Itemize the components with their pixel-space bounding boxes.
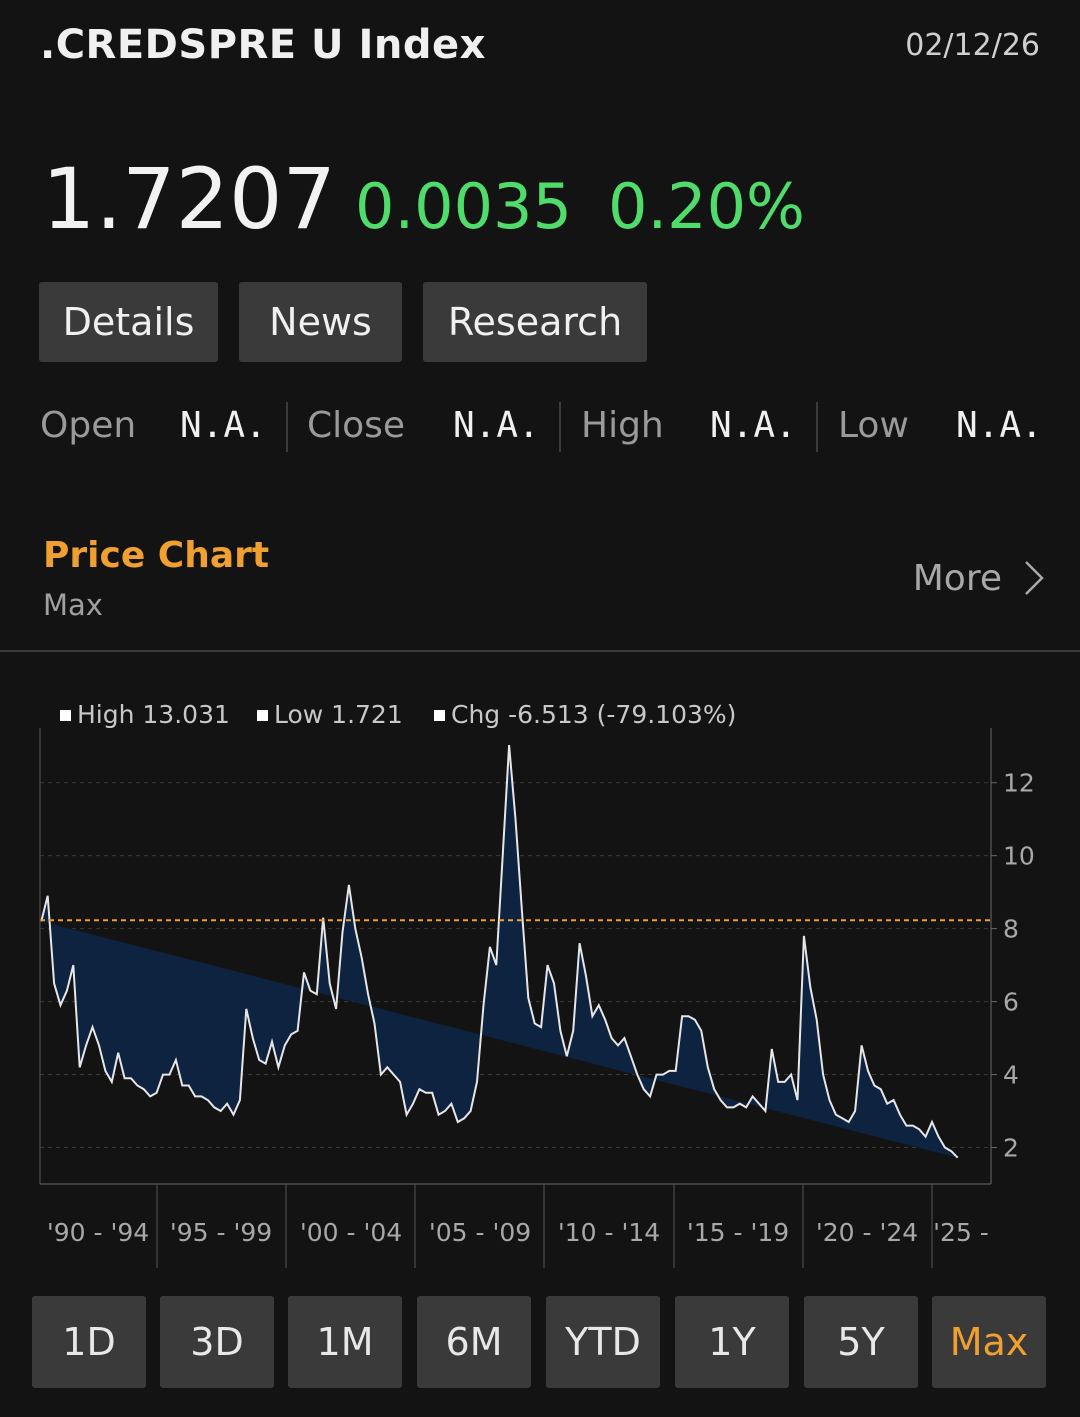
range-button-1y[interactable]: 1Y	[675, 1296, 789, 1388]
stat-high-label: High	[581, 405, 664, 446]
stat-divider	[286, 402, 288, 452]
price-chart-title: Price Chart	[43, 535, 270, 576]
section-divider	[0, 650, 1080, 652]
tab-details[interactable]: Details	[39, 282, 218, 362]
more-link[interactable]: More	[913, 558, 1002, 599]
stat-close-label: Close	[307, 405, 406, 446]
stat-low-label: Low	[838, 405, 909, 446]
y-tick-label: 6	[1003, 988, 1019, 1017]
y-tick-label: 8	[1003, 915, 1019, 944]
stat-divider	[559, 402, 561, 452]
stat-close-value: N.A.	[453, 405, 540, 446]
range-button-5y[interactable]: 5Y	[804, 1296, 918, 1388]
stat-open-value: N.A.	[180, 405, 267, 446]
y-tick-label: 4	[1003, 1061, 1019, 1090]
x-tick-label: '15 - '19	[687, 1218, 789, 1247]
range-button-6m[interactable]: 6M	[417, 1296, 531, 1388]
stat-divider	[816, 402, 818, 452]
tab-research[interactable]: Research	[423, 282, 647, 362]
range-button-1m[interactable]: 1M	[288, 1296, 402, 1388]
percent-change: 0.20%	[608, 170, 805, 243]
quote-date: 02/12/26	[905, 28, 1040, 63]
y-tick-label: 10	[1003, 842, 1035, 871]
price-chart-range: Max	[43, 588, 103, 622]
stat-open-label: Open	[40, 405, 137, 446]
x-tick-label: '90 - '94	[47, 1218, 149, 1247]
range-button-ytd[interactable]: YTD	[546, 1296, 660, 1388]
range-button-3d[interactable]: 3D	[160, 1296, 274, 1388]
x-tick-label: '10 - '14	[558, 1218, 660, 1247]
x-tick-label: '00 - '04	[300, 1218, 402, 1247]
x-tick-label: '20 - '24	[816, 1218, 918, 1247]
y-tick-label: 12	[1003, 769, 1035, 798]
tab-news[interactable]: News	[239, 282, 402, 362]
y-tick-label: 2	[1003, 1134, 1019, 1163]
net-change: 0.0035	[355, 170, 572, 243]
chevron-right-icon[interactable]	[1022, 558, 1046, 602]
range-button-1d[interactable]: 1D	[32, 1296, 146, 1388]
x-tick-label: '05 - '09	[429, 1218, 531, 1247]
x-tick-label: '25 -	[933, 1218, 989, 1247]
price-area	[41, 745, 958, 1158]
stat-low-value: N.A.	[956, 405, 1043, 446]
last-price: 1.7207	[42, 150, 336, 248]
ticker-title: .CREDSPRE U Index	[40, 22, 486, 68]
price-chart[interactable]: 2 4 6 8 10 12 '90 - '94 '95 - '99 '00 - '04 '05 -…	[0, 720, 1080, 1280]
stat-high-value: N.A.	[710, 405, 797, 446]
range-button-max[interactable]: Max	[932, 1296, 1046, 1388]
x-tick-label: '95 - '99	[170, 1218, 272, 1247]
